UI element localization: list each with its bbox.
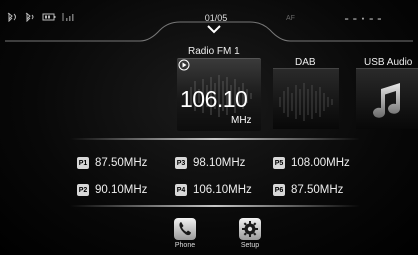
bluetooth-phone-icon	[7, 12, 16, 22]
fm-source-label: Radio FM 1	[188, 46, 240, 57]
music-note-icon	[373, 83, 400, 118]
preset-frequency: 98.10MHz	[193, 157, 246, 169]
preset-button-p4[interactable]: P4 106.10MHz	[175, 184, 252, 196]
af-indicator: AF	[286, 15, 295, 22]
status-icons	[6, 12, 74, 22]
preset-badge: P6	[273, 184, 285, 196]
preset-button-p1[interactable]: P1 87.50MHz	[77, 157, 147, 169]
settings-icon	[239, 218, 261, 240]
phone-label: Phone	[174, 242, 196, 249]
dab-waveform	[279, 83, 333, 121]
frequency-display: 106.10	[180, 86, 248, 112]
setup-label: Setup	[240, 242, 260, 249]
play-icon[interactable]	[178, 59, 190, 71]
preset-frequency: 87.50MHz	[291, 184, 344, 196]
preset-button-p2[interactable]: P2 90.10MHz	[77, 184, 147, 196]
separator-line	[70, 205, 360, 207]
usb-source-label: USB Audio	[364, 57, 413, 68]
chevron-down-icon[interactable]	[206, 24, 222, 34]
page-counter: 01/05	[204, 13, 228, 23]
preset-badge: P3	[175, 157, 187, 169]
preset-button-p3[interactable]: P3 98.10MHz	[175, 157, 245, 169]
preset-frequency: 87.50MHz	[95, 157, 148, 169]
preset-frequency: 106.10MHz	[193, 184, 252, 196]
clock: --·--	[343, 12, 385, 26]
dab-source-tile[interactable]	[273, 68, 339, 129]
phone-button[interactable]: Phone	[165, 218, 205, 249]
preset-badge: P5	[273, 157, 285, 169]
preset-badge: P4	[175, 184, 187, 196]
setup-button[interactable]: Setup	[230, 218, 270, 249]
preset-badge: P2	[77, 184, 89, 196]
frequency-unit: MHz	[231, 115, 252, 126]
preset-button-p6[interactable]: P6 87.50MHz	[273, 184, 343, 196]
preset-button-p5[interactable]: P5 108.00MHz	[273, 157, 350, 169]
radio-screen: 01/05 AF --·-- Radio FM 1 106.10 MHz DAB	[0, 0, 418, 255]
preset-frequency: 108.00MHz	[291, 157, 350, 169]
dab-source-label: DAB	[295, 57, 316, 68]
battery-icon	[42, 13, 56, 21]
preset-frequency: 90.10MHz	[95, 184, 148, 196]
phone-icon	[174, 218, 196, 240]
preset-badge: P1	[77, 157, 89, 169]
signal-icon	[62, 13, 74, 21]
bluetooth-audio-icon	[25, 12, 34, 22]
separator-line	[70, 138, 360, 140]
